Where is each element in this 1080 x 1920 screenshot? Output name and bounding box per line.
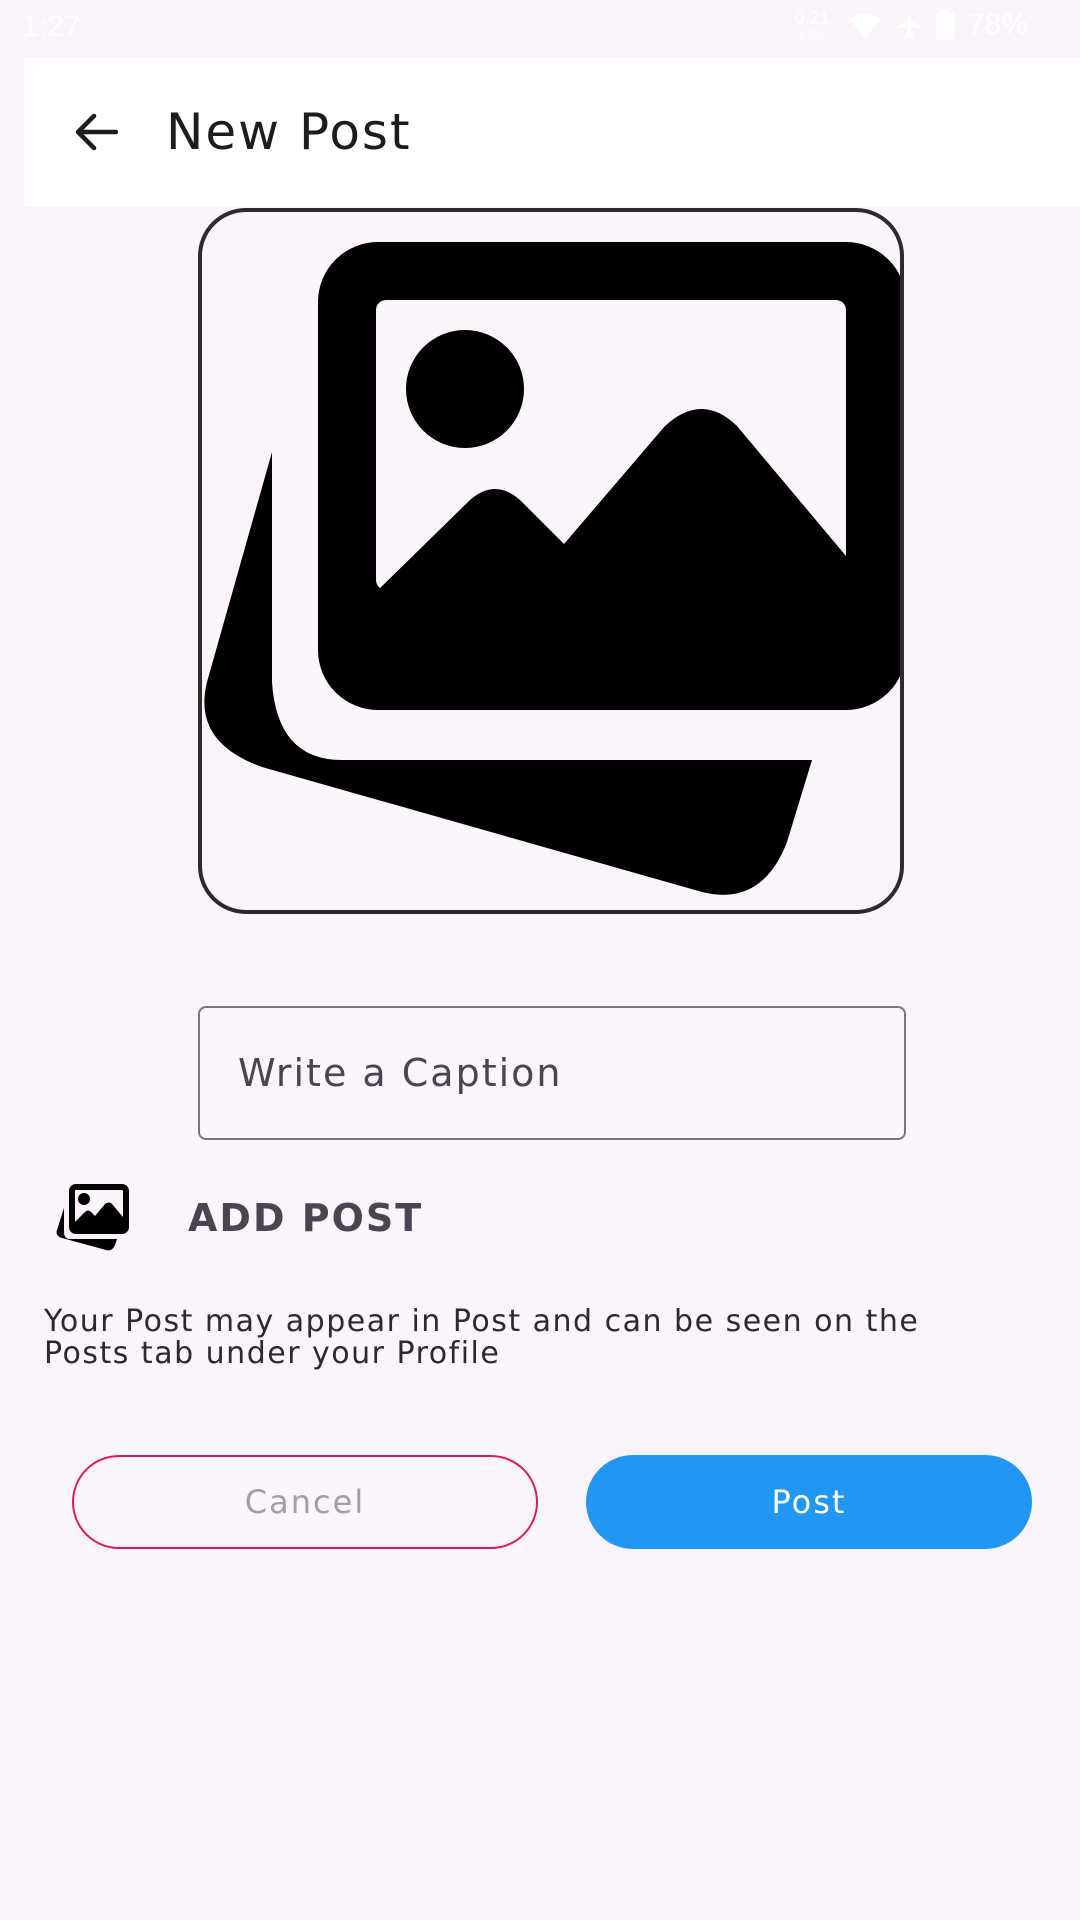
photo-library-icon	[56, 1184, 129, 1251]
status-icons: 0.21 KB/s 78%	[795, 8, 1028, 42]
wifi-icon	[848, 11, 882, 39]
image-picker[interactable]	[198, 208, 904, 914]
cancel-button[interactable]: Cancel	[72, 1455, 538, 1549]
status-bar: 1:27 0.21 KB/s 78%	[0, 0, 1080, 56]
back-button[interactable]	[64, 100, 128, 164]
battery-percentage: 78%	[967, 8, 1028, 41]
network-speed-value: 0.21	[794, 8, 830, 28]
battery-icon	[935, 10, 954, 40]
page-title: New Post	[166, 103, 412, 161]
caption-input[interactable]	[198, 1006, 906, 1140]
network-speed: 0.21 KB/s	[795, 9, 830, 41]
add-post-label: ADD POST	[188, 1196, 424, 1240]
arrow-back-icon	[75, 113, 118, 151]
post-button[interactable]: Post	[586, 1455, 1032, 1549]
status-time: 1:27	[22, 10, 81, 43]
photo-library-icon	[204, 242, 900, 895]
add-post-button[interactable]: ADD POST	[56, 1176, 556, 1260]
airplane-mode-icon	[896, 10, 922, 40]
app-bar: New Post	[24, 58, 1080, 206]
post-visibility-info: Your Post may appear in Post and can be …	[44, 1304, 920, 1371]
network-speed-unit: KB/s	[799, 28, 826, 42]
